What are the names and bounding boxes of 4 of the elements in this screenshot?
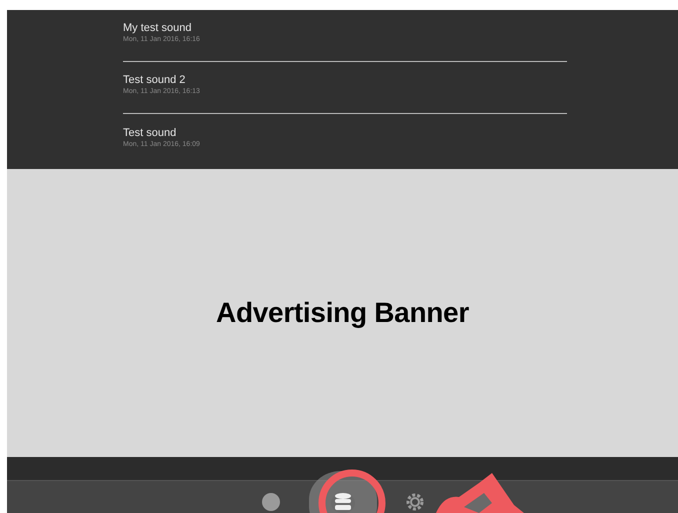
banner-label: Advertising Banner: [216, 297, 469, 330]
recording-title[interactable]: Test sound 2: [123, 74, 567, 86]
recording-title[interactable]: My test sound: [123, 22, 567, 34]
recording-title[interactable]: Test sound: [123, 126, 567, 138]
